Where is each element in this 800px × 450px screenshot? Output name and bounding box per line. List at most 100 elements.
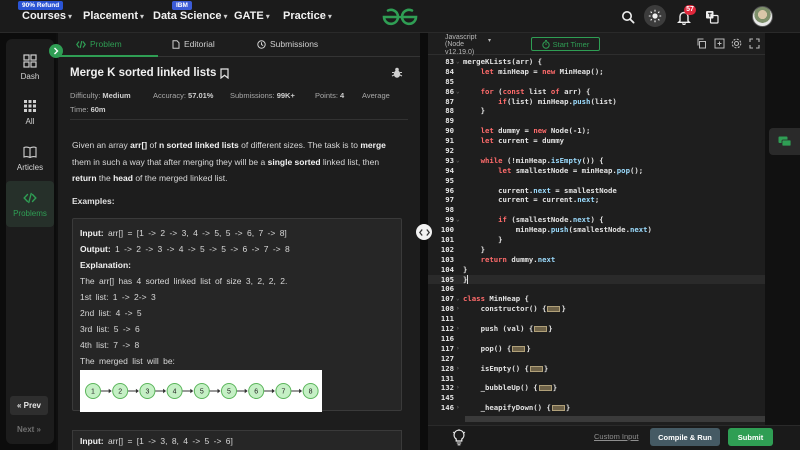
tab-submissions[interactable]: Submissions [257, 39, 318, 49]
fold-chevron-icon[interactable]: › [456, 344, 460, 354]
code-line[interactable]: 86 ⌄ for (const list of arr) { [428, 87, 765, 97]
fold-chevron-icon[interactable]: › [456, 383, 460, 393]
user-avatar[interactable] [752, 6, 773, 27]
fold-chevron-icon[interactable]: ⌄ [456, 57, 460, 67]
nav-gate[interactable]: GATE ▾ [234, 10, 270, 22]
compile-run-button[interactable]: Compile & Run [650, 428, 720, 446]
code-line[interactable]: 103 return dummy.next [428, 255, 765, 265]
code-line[interactable]: 116 [428, 334, 765, 344]
chat-icon [778, 136, 791, 146]
fold-chevron-icon[interactable]: › [456, 304, 460, 314]
search-icon[interactable] [618, 7, 638, 27]
theme-toggle-button[interactable] [644, 5, 666, 27]
code-line[interactable]: 105} [428, 274, 765, 285]
code-line[interactable]: 101 } [428, 235, 765, 245]
bookmark-icon[interactable] [220, 67, 229, 79]
code-line[interactable]: 95 [428, 176, 765, 186]
custom-input-link[interactable]: Custom Input [594, 432, 639, 441]
fold-chevron-icon[interactable]: ⌄ [456, 294, 460, 304]
tab-problem[interactable]: Problem [76, 39, 122, 49]
code-line[interactable]: 90 let dummy = new Node(-1); [428, 126, 765, 136]
code-line[interactable]: 112 › push (val) {} [428, 324, 765, 334]
explanation-line: 3rd list: 5 -> 6 [80, 324, 140, 334]
fold-chevron-icon[interactable]: › [456, 364, 460, 374]
reset-icon[interactable] [714, 38, 725, 49]
code-line[interactable]: 84 let minHeap = new MinHeap(); [428, 67, 765, 77]
start-timer-button[interactable]: Start Timer [531, 37, 600, 51]
fold-chevron-icon[interactable]: ⌄ [456, 215, 460, 225]
code-line[interactable]: 117 › pop() {} [428, 344, 765, 354]
code-line[interactable]: 104} [428, 265, 765, 275]
explanation-line: 4th list: 7 -> 8 [80, 340, 140, 350]
code-line[interactable]: 98 [428, 205, 765, 215]
code-lines[interactable]: 83 ⌄ mergeKLists(arr) {84 let minHeap = ne… [428, 57, 765, 413]
code-line[interactable]: 85 [428, 77, 765, 87]
copy-icon[interactable] [696, 38, 707, 49]
line-number: 101 [440, 235, 454, 245]
code-line[interactable]: 132 › _bubbleUp() {} [428, 383, 765, 393]
panel-splitter[interactable] [420, 33, 428, 450]
settings-icon[interactable] [731, 38, 742, 49]
code-line[interactable]: 96 current.next = smallestNode [428, 186, 765, 196]
chat-button[interactable] [769, 128, 800, 155]
nav-data-science[interactable]: Data Science ▾ [153, 10, 228, 22]
examples-heading: Examples: [72, 196, 115, 206]
line-number: 96 [445, 185, 454, 195]
fold-chevron-icon[interactable]: ⌄ [456, 87, 460, 97]
code-editor[interactable]: Javascript (Node v12.19.0) ▾ Start Timer 8… [428, 33, 765, 425]
tab-editorial[interactable]: Editorial [172, 39, 215, 49]
code-line[interactable]: 97 current = current.next; [428, 195, 765, 205]
code-line[interactable]: 127 [428, 354, 765, 364]
sidebar-item-dash[interactable]: Dash [6, 45, 54, 89]
submit-button[interactable]: Submit [728, 428, 773, 446]
code-line[interactable]: 88 } [428, 106, 765, 116]
code-line[interactable]: 106 [428, 284, 765, 294]
list-node-value: 7 [281, 389, 285, 396]
line-number: 116 [440, 333, 454, 343]
code-line[interactable]: 102 } [428, 245, 765, 255]
horizontal-scrollbar[interactable] [465, 416, 765, 422]
fullscreen-icon[interactable] [749, 38, 760, 49]
language-select[interactable]: Javascript (Node v12.19.0) [445, 34, 477, 56]
line-number: 127 [440, 353, 454, 363]
gfg-logo-icon[interactable] [380, 6, 420, 28]
notification-count-badge: 57 [684, 5, 696, 15]
fold-chevron-icon[interactable]: › [456, 403, 460, 413]
code-line[interactable]: 99 ⌄ if (smallestNode.next) { [428, 215, 765, 225]
code-line[interactable]: 89 [428, 116, 765, 126]
sidebar-item-label: All [25, 116, 35, 126]
prev-problem-button[interactable]: « Prev [10, 396, 48, 415]
next-problem-button[interactable]: Next » [10, 420, 48, 439]
sidebar-item-problems[interactable]: Problems [6, 181, 54, 227]
code-line[interactable]: 108 › constructor() {} [428, 304, 765, 314]
nav-courses[interactable]: Courses ▾ [22, 10, 72, 22]
points-meta: Points: 4 [315, 91, 345, 100]
code-line[interactable]: 146 › _heapifyDown() {} [428, 403, 765, 413]
code-line[interactable]: 100 minHeap.push(smallestNode.next) [428, 225, 765, 235]
nav-placement[interactable]: Placement ▾ [83, 10, 144, 22]
code-line[interactable]: 94 let smallestNode = minHeap.pop(); [428, 166, 765, 176]
list-node-value: 8 [309, 389, 313, 396]
code-line[interactable]: 93 ⌄ while (!minHeap.isEmpty()) { [428, 156, 765, 166]
code-line[interactable]: 91 let current = dummy [428, 136, 765, 146]
code-line[interactable]: 87 if(list) minHeap.push(list) [428, 97, 765, 107]
code-line[interactable]: 128 › isEmpty() {} [428, 364, 765, 374]
nav-practice[interactable]: Practice ▾ [283, 10, 332, 22]
line-number: 105 [440, 274, 454, 284]
lightbulb-icon[interactable] [452, 429, 466, 446]
report-bug-icon[interactable] [391, 67, 403, 79]
sidebar-item-articles[interactable]: Articles [6, 136, 54, 180]
translate-icon[interactable] [702, 7, 722, 27]
code-line[interactable]: 83 ⌄ mergeKLists(arr) { [428, 57, 765, 67]
fold-chevron-icon[interactable]: › [456, 324, 460, 334]
code-line[interactable]: 111 [428, 314, 765, 324]
sidebar-item-all[interactable]: All [6, 90, 54, 134]
code-line[interactable]: 145 [428, 393, 765, 403]
code-icon [76, 40, 86, 48]
code-line[interactable]: 92 [428, 146, 765, 156]
code-line[interactable]: 107 ⌄ class MinHeap { [428, 294, 765, 304]
resize-handle[interactable] [416, 224, 432, 240]
expand-panel-button[interactable] [49, 44, 63, 58]
fold-chevron-icon[interactable]: ⌄ [456, 156, 460, 166]
code-line[interactable]: 131 [428, 374, 765, 384]
